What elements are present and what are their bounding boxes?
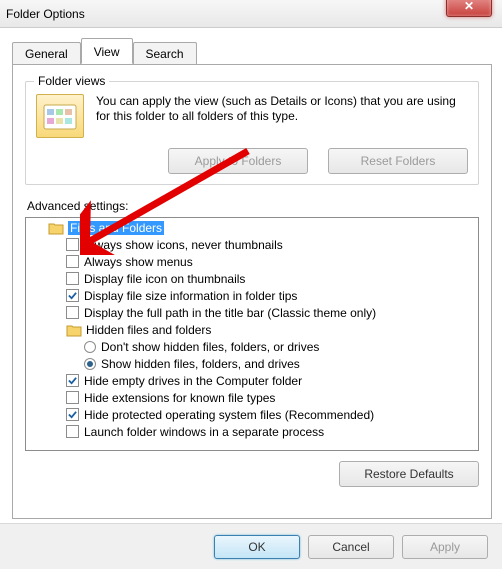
window-title: Folder Options [6,7,85,21]
tab-strip: General View Search [0,38,502,64]
tree-option[interactable]: Always show menus [26,253,478,270]
tree-option[interactable]: Hide protected operating system files (R… [26,406,478,423]
advanced-settings-label: Advanced settings: [27,199,479,213]
tree-option[interactable]: Hide extensions for known file types [26,389,478,406]
restore-defaults-button[interactable]: Restore Defaults [339,461,479,487]
tree-option[interactable]: Display file icon on thumbnails [26,270,478,287]
tree-option[interactable]: Display the full path in the title bar (… [26,304,478,321]
tree-option-label: Display the full path in the title bar (… [84,306,376,320]
checkbox-icon[interactable] [66,425,79,438]
apply-button[interactable]: Apply [402,535,488,559]
checkbox-icon[interactable] [66,289,79,302]
tree-option-label: Don't show hidden files, folders, or dri… [101,340,319,354]
tree-option[interactable]: Hide empty drives in the Computer folder [26,372,478,389]
radio-icon[interactable] [84,341,96,353]
tree-node-label: Hidden files and folders [86,323,211,337]
tree-option[interactable]: Don't show hidden files, folders, or dri… [26,338,478,355]
folder-views-group: Folder views You can apply the view (suc… [25,81,479,185]
tab-general[interactable]: General [12,42,81,65]
apply-to-folders-button[interactable]: Apply to Folders [168,148,308,174]
checkbox-icon[interactable] [66,408,79,421]
dialog-footer: OK Cancel Apply [0,523,502,569]
tree-option-label: Hide extensions for known file types [84,391,275,405]
titlebar: Folder Options ✕ [0,0,502,28]
folder-icon [48,221,64,235]
checkbox-icon[interactable] [66,272,79,285]
tree-node-label: Files and Folders [68,221,164,235]
tree-option[interactable]: Always show icons, never thumbnails [26,236,478,253]
tree-option-label: Display file icon on thumbnails [84,272,245,286]
reset-folders-button[interactable]: Reset Folders [328,148,468,174]
checkbox-icon[interactable] [66,374,79,387]
tree-option[interactable]: Display file size information in folder … [26,287,478,304]
folder-icon [66,323,82,337]
tree-option-label: Hide empty drives in the Computer folder [84,374,302,388]
ok-button[interactable]: OK [214,535,300,559]
close-button[interactable]: ✕ [446,0,492,17]
folder-views-icon [36,94,84,138]
checkbox-icon[interactable] [66,255,79,268]
tree-option-label: Launch folder windows in a separate proc… [84,425,324,439]
tree-node-hidden-files[interactable]: Hidden files and folders [26,321,478,338]
tab-view[interactable]: View [81,38,133,64]
tab-search[interactable]: Search [133,42,197,65]
folder-views-legend: Folder views [34,74,109,88]
folder-views-text: You can apply the view (such as Details … [84,94,468,138]
checkbox-icon[interactable] [66,306,79,319]
checkbox-icon[interactable] [66,238,79,251]
tree-option-label: Hide protected operating system files (R… [84,408,374,422]
tree-node-files-and-folders[interactable]: Files and Folders [26,219,478,236]
tree-option[interactable]: Show hidden files, folders, and drives [26,355,478,372]
tab-panel-view: Folder views You can apply the view (suc… [12,64,492,519]
tree-option-label: Always show menus [84,255,193,269]
tree-option-label: Display file size information in folder … [84,289,297,303]
tree-option[interactable]: Launch folder windows in a separate proc… [26,423,478,440]
tree-option-label: Show hidden files, folders, and drives [101,357,300,371]
tree-option-label: Always show icons, never thumbnails [84,238,283,252]
advanced-settings-tree[interactable]: Files and Folders Always show icons, nev… [25,217,479,451]
radio-icon[interactable] [84,358,96,370]
checkbox-icon[interactable] [66,391,79,404]
cancel-button[interactable]: Cancel [308,535,394,559]
